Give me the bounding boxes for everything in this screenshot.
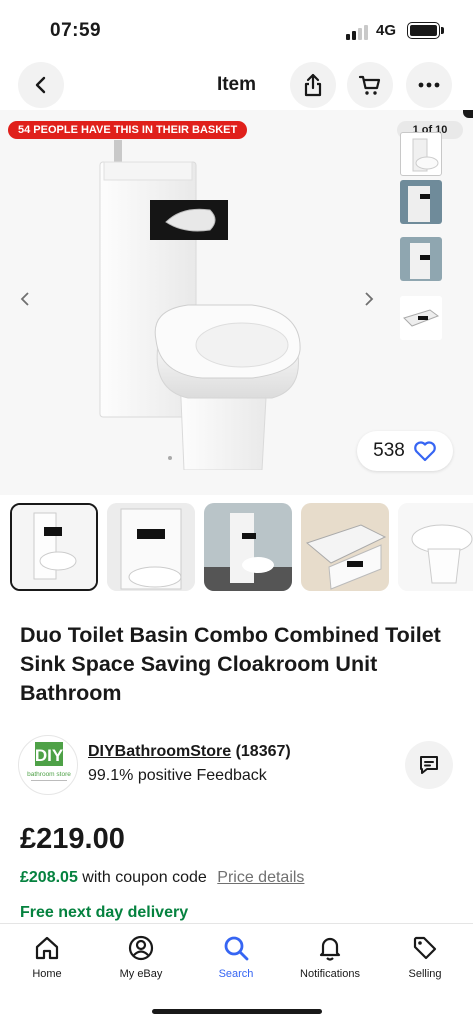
tab-label-home: Home	[32, 968, 62, 980]
status-time: 07:59	[50, 20, 102, 41]
previous-image-button[interactable]	[18, 290, 32, 313]
price-details-link[interactable]: Price details	[217, 869, 304, 886]
next-image-button[interactable]	[362, 290, 376, 313]
thumbnail-strip[interactable]	[10, 503, 473, 593]
home-icon	[35, 936, 59, 960]
seller-name-link[interactable]: DIYBathroomStore	[88, 743, 231, 760]
share-icon	[304, 73, 322, 97]
tab-search[interactable]: Search	[196, 932, 276, 980]
battery-icon	[407, 22, 440, 39]
cart-button[interactable]	[347, 62, 393, 108]
tab-home[interactable]: Home	[7, 932, 87, 980]
contact-seller-button[interactable]	[405, 741, 453, 789]
message-icon	[420, 756, 438, 774]
search-icon	[224, 936, 249, 961]
tab-label-search: Search	[218, 968, 254, 980]
tab-label-selling: Selling	[408, 968, 442, 980]
chevron-left-icon	[20, 292, 29, 306]
signal-icon	[346, 24, 368, 40]
watch-count: 538	[373, 440, 405, 461]
bell-icon	[319, 937, 341, 961]
tab-my-ebay[interactable]: My eBay	[101, 932, 181, 980]
battery-tip	[441, 27, 444, 34]
basket-banner: 54 PEOPLE HAVE THIS IN THEIR BASKET	[8, 121, 248, 139]
watch-button[interactable]: 538	[357, 431, 453, 471]
page-title: Item	[216, 74, 257, 95]
corner-mark	[463, 110, 473, 118]
tag-icon	[413, 936, 437, 960]
cart-icon	[358, 75, 381, 95]
home-indicator	[152, 1009, 322, 1014]
more-options-button[interactable]	[406, 62, 452, 108]
seller-logo[interactable]: DIY bathroom store	[18, 735, 78, 795]
side-thumbnail[interactable]	[400, 296, 442, 340]
heart-icon	[414, 441, 436, 462]
seller-rating-count: (18367)	[235, 743, 291, 760]
thumbnail-2[interactable]	[107, 503, 195, 591]
tab-label-my-ebay: My eBay	[119, 968, 163, 980]
thumbnail-1[interactable]	[10, 503, 98, 591]
share-button[interactable]	[290, 62, 336, 108]
tab-notifications[interactable]: Notifications	[290, 932, 370, 980]
item-title: Duo Toilet Basin Combo Combined Toilet S…	[20, 623, 441, 705]
tab-label-notifications: Notifications	[300, 968, 360, 980]
svg-text:bathroom store: bathroom store	[27, 771, 71, 778]
more-icon	[418, 82, 440, 88]
seller-info[interactable]: DIY bathroom store DIYBathroomStore (183…	[18, 735, 458, 799]
image-gallery[interactable]: 54 PEOPLE HAVE THIS IN THEIR BASKET 1 of…	[0, 110, 473, 495]
side-thumbnail[interactable]	[400, 237, 442, 281]
thumbnail-3[interactable]	[204, 503, 292, 591]
coupon-text: with coupon code	[82, 869, 207, 886]
user-icon	[128, 935, 154, 961]
tab-selling[interactable]: Selling	[385, 932, 465, 980]
network-type: 4G	[376, 22, 397, 39]
seller-feedback: 99.1% positive Feedback	[88, 767, 267, 784]
side-thumbnail[interactable]	[400, 180, 442, 224]
product-image[interactable]	[92, 140, 312, 470]
top-nav: Item	[0, 60, 473, 110]
chevron-right-icon	[365, 292, 374, 306]
side-thumbnail[interactable]	[400, 132, 442, 176]
thumbnail-4[interactable]	[301, 503, 389, 591]
svg-text:DIY: DIY	[35, 746, 64, 765]
delivery-info: Free next day delivery	[20, 904, 189, 921]
coupon-row: £208.05 with coupon code Price details	[20, 869, 304, 887]
coupon-price: £208.05	[20, 869, 78, 886]
status-bar: 07:59 4G	[0, 0, 473, 60]
thumbnail-5[interactable]	[398, 503, 473, 591]
seller-name[interactable]: DIYBathroomStore (18367)	[88, 743, 291, 761]
item-price: £219.00	[20, 823, 125, 855]
